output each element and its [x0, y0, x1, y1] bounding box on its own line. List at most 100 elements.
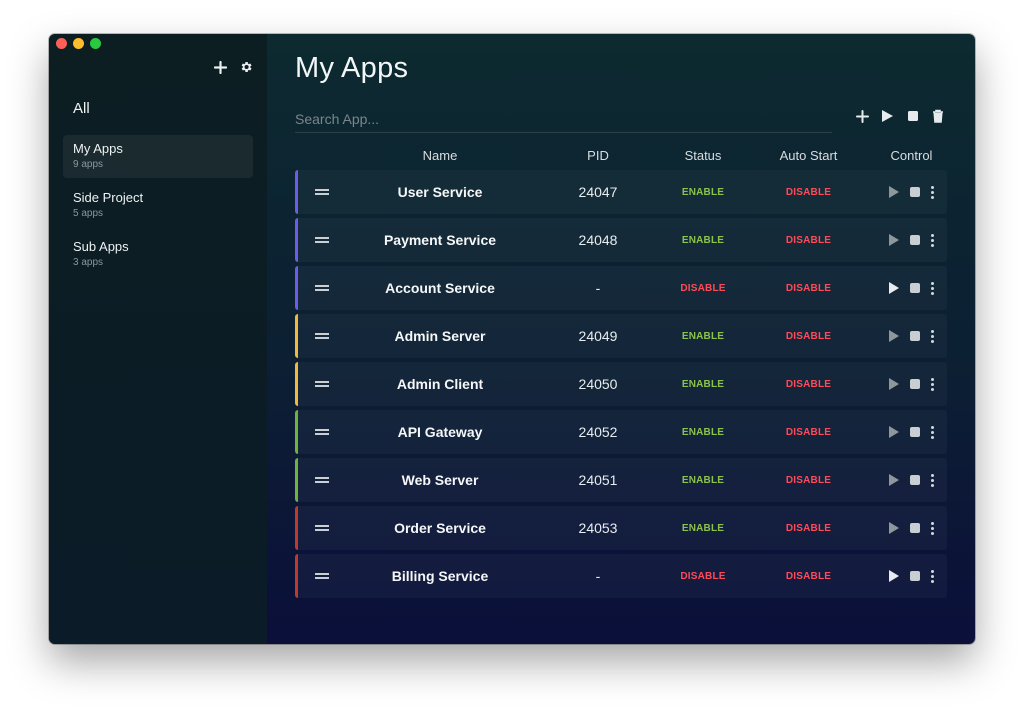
- app-window: All My Apps 9 apps Side Project 5 apps Sub A…: [49, 34, 975, 644]
- auto-start-toggle[interactable]: DISABLE: [741, 187, 876, 198]
- stop-icon[interactable]: [910, 331, 920, 341]
- group-color-bar: [295, 362, 298, 406]
- play-icon[interactable]: [889, 378, 899, 390]
- status-toggle[interactable]: ENABLE: [665, 427, 741, 438]
- drag-handle-icon[interactable]: [295, 429, 349, 435]
- app-pid: 24047: [578, 184, 618, 200]
- stop-icon[interactable]: [910, 427, 920, 437]
- play-icon[interactable]: [889, 186, 899, 198]
- auto-start-toggle[interactable]: DISABLE: [741, 475, 876, 486]
- app-name: Admin Client: [396, 376, 484, 392]
- app-name: API Gateway: [397, 424, 483, 440]
- auto-start-toggle[interactable]: DISABLE: [741, 283, 876, 294]
- row-controls: [876, 329, 947, 343]
- minimize-window-button[interactable]: [73, 38, 84, 49]
- sidebar-item-group[interactable]: Sub Apps 3 apps: [63, 233, 253, 276]
- stop-icon[interactable]: [910, 475, 920, 485]
- row-controls: [876, 425, 947, 439]
- sidebar-group-name: My Apps: [73, 141, 123, 156]
- auto-start-toggle[interactable]: DISABLE: [741, 379, 876, 390]
- sidebar-group-list: My Apps 9 apps Side Project 5 apps Sub Apps 3…: [63, 135, 253, 282]
- more-options-icon[interactable]: [931, 329, 934, 343]
- stop-icon[interactable]: [910, 379, 920, 389]
- drag-handle-icon[interactable]: [295, 381, 349, 387]
- status-toggle[interactable]: DISABLE: [665, 571, 741, 582]
- more-options-icon[interactable]: [931, 281, 934, 295]
- play-icon[interactable]: [889, 330, 899, 342]
- status-toggle[interactable]: DISABLE: [665, 283, 741, 294]
- row-controls: [876, 185, 947, 199]
- drag-handle-icon[interactable]: [295, 237, 349, 243]
- app-pid: 24049: [578, 328, 618, 344]
- more-options-icon[interactable]: [931, 377, 934, 391]
- table-row[interactable]: Admin Client 24050 ENABLE DISABLE: [295, 362, 947, 406]
- table-row[interactable]: API Gateway 24052 ENABLE DISABLE: [295, 410, 947, 454]
- drag-handle-icon[interactable]: [295, 477, 349, 483]
- header-pid[interactable]: PID: [531, 148, 665, 163]
- drag-handle-icon[interactable]: [295, 333, 349, 339]
- play-icon[interactable]: [889, 522, 899, 534]
- sidebar-group-count: 9 apps: [73, 159, 104, 170]
- auto-start-toggle[interactable]: DISABLE: [741, 331, 876, 342]
- header-control: Control: [890, 147, 933, 163]
- table-row[interactable]: Order Service 24053 ENABLE DISABLE: [295, 506, 947, 550]
- more-options-icon[interactable]: [931, 521, 934, 535]
- more-options-icon[interactable]: [931, 233, 934, 247]
- status-toggle[interactable]: ENABLE: [665, 523, 741, 534]
- table-row[interactable]: Account Service - DISABLE DISABLE: [295, 266, 947, 310]
- plus-icon[interactable]: [213, 59, 228, 77]
- play-icon[interactable]: [889, 282, 899, 294]
- auto-start-toggle[interactable]: DISABLE: [741, 571, 876, 582]
- sidebar-item-group[interactable]: Side Project 5 apps: [63, 184, 253, 227]
- header-name[interactable]: Name: [349, 148, 531, 163]
- play-icon[interactable]: [889, 570, 899, 582]
- maximize-window-button[interactable]: [90, 38, 101, 49]
- header-status[interactable]: Status: [665, 148, 741, 163]
- play-icon[interactable]: [889, 474, 899, 486]
- row-controls: [876, 569, 947, 583]
- more-options-icon[interactable]: [931, 473, 934, 487]
- auto-start-toggle[interactable]: DISABLE: [741, 523, 876, 534]
- stop-icon[interactable]: [910, 571, 920, 581]
- stop-icon[interactable]: [910, 283, 920, 293]
- sidebar-item-group[interactable]: My Apps 9 apps: [63, 135, 253, 178]
- stop-icon[interactable]: [905, 108, 920, 124]
- stop-icon[interactable]: [910, 187, 920, 197]
- play-icon[interactable]: [889, 234, 899, 246]
- table-row[interactable]: Payment Service 24048 ENABLE DISABLE: [295, 218, 947, 262]
- status-toggle[interactable]: ENABLE: [665, 187, 741, 198]
- plus-icon[interactable]: [855, 108, 870, 124]
- header-auto-start[interactable]: Auto Start: [741, 148, 876, 163]
- more-options-icon[interactable]: [931, 569, 934, 583]
- close-window-button[interactable]: [56, 38, 67, 49]
- table-row[interactable]: Admin Server 24049 ENABLE DISABLE: [295, 314, 947, 358]
- more-options-icon[interactable]: [931, 425, 934, 439]
- search-input[interactable]: [295, 106, 832, 133]
- stop-icon[interactable]: [910, 235, 920, 245]
- apps-table: Name PID Status Auto Start Control User …: [295, 147, 947, 602]
- table-body: User Service 24047 ENABLE DISABLE Payment Se…: [295, 170, 947, 598]
- status-toggle[interactable]: ENABLE: [665, 235, 741, 246]
- play-icon[interactable]: [889, 426, 899, 438]
- row-controls: [876, 233, 947, 247]
- status-toggle[interactable]: ENABLE: [665, 331, 741, 342]
- table-row[interactable]: Billing Service - DISABLE DISABLE: [295, 554, 947, 598]
- app-pid: -: [595, 280, 601, 296]
- auto-start-toggle[interactable]: DISABLE: [741, 427, 876, 438]
- app-name: Order Service: [394, 520, 486, 536]
- status-toggle[interactable]: ENABLE: [665, 475, 741, 486]
- table-row[interactable]: Web Server 24051 ENABLE DISABLE: [295, 458, 947, 502]
- play-icon[interactable]: [880, 108, 895, 124]
- more-options-icon[interactable]: [931, 185, 934, 199]
- drag-handle-icon[interactable]: [295, 189, 349, 195]
- drag-handle-icon[interactable]: [295, 285, 349, 291]
- drag-handle-icon[interactable]: [295, 573, 349, 579]
- status-toggle[interactable]: ENABLE: [665, 379, 741, 390]
- trash-icon[interactable]: [930, 108, 945, 124]
- drag-handle-icon[interactable]: [295, 525, 349, 531]
- stop-icon[interactable]: [910, 523, 920, 533]
- gear-icon[interactable]: [239, 59, 253, 77]
- table-row[interactable]: User Service 24047 ENABLE DISABLE: [295, 170, 947, 214]
- sidebar-item-all[interactable]: All: [73, 100, 90, 117]
- auto-start-toggle[interactable]: DISABLE: [741, 235, 876, 246]
